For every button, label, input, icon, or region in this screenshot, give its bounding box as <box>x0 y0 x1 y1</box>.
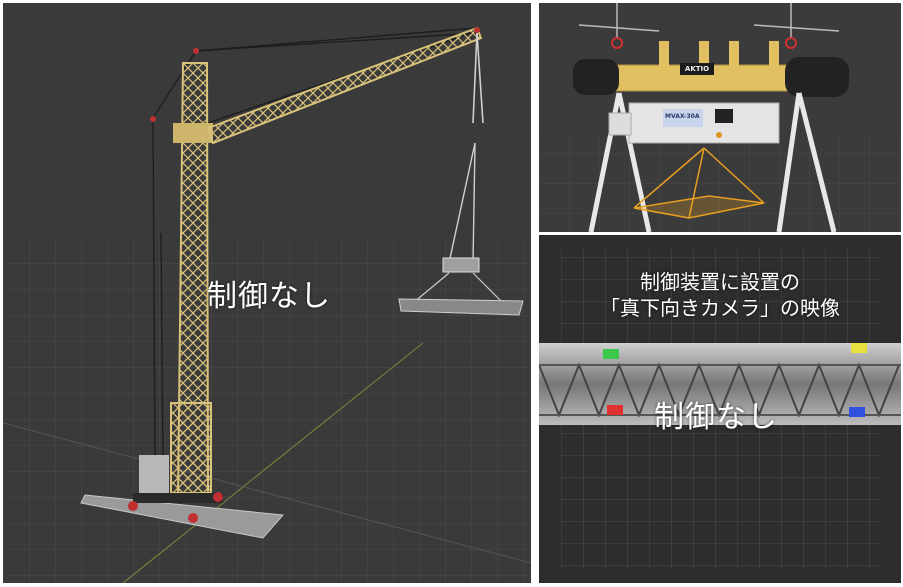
suspension-lines <box>578 3 840 38</box>
red-marker <box>607 405 623 415</box>
control-device-scene <box>539 3 901 232</box>
camera-caption-line2: 「真下向きカメラ」の映像 <box>600 296 840 320</box>
crane-3d-view-panel: 制御なし <box>3 3 531 583</box>
no-control-label-camera: 制御なし <box>654 400 778 435</box>
blue-marker <box>849 407 865 417</box>
downward-camera-view-panel: 制御装置に設置の 「真下向きカメラ」の映像 制御なし <box>539 235 901 583</box>
control-box <box>608 102 780 144</box>
left-roller <box>573 59 619 95</box>
control-device-closeup-panel: AKTIO MVAX-30A <box>539 3 901 232</box>
right-roller <box>785 57 849 97</box>
yellow-marker <box>851 343 867 353</box>
aktio-plate: AKTIO <box>680 63 714 75</box>
camera-caption-line1: 制御装置に設置の <box>640 270 800 294</box>
camera-caption: 制御装置に設置の 「真下向きカメラ」の映像 <box>539 269 901 321</box>
control-box-label: MVAX-30A <box>665 113 700 120</box>
no-control-label: 制御なし <box>207 279 331 314</box>
green-marker <box>603 349 619 359</box>
